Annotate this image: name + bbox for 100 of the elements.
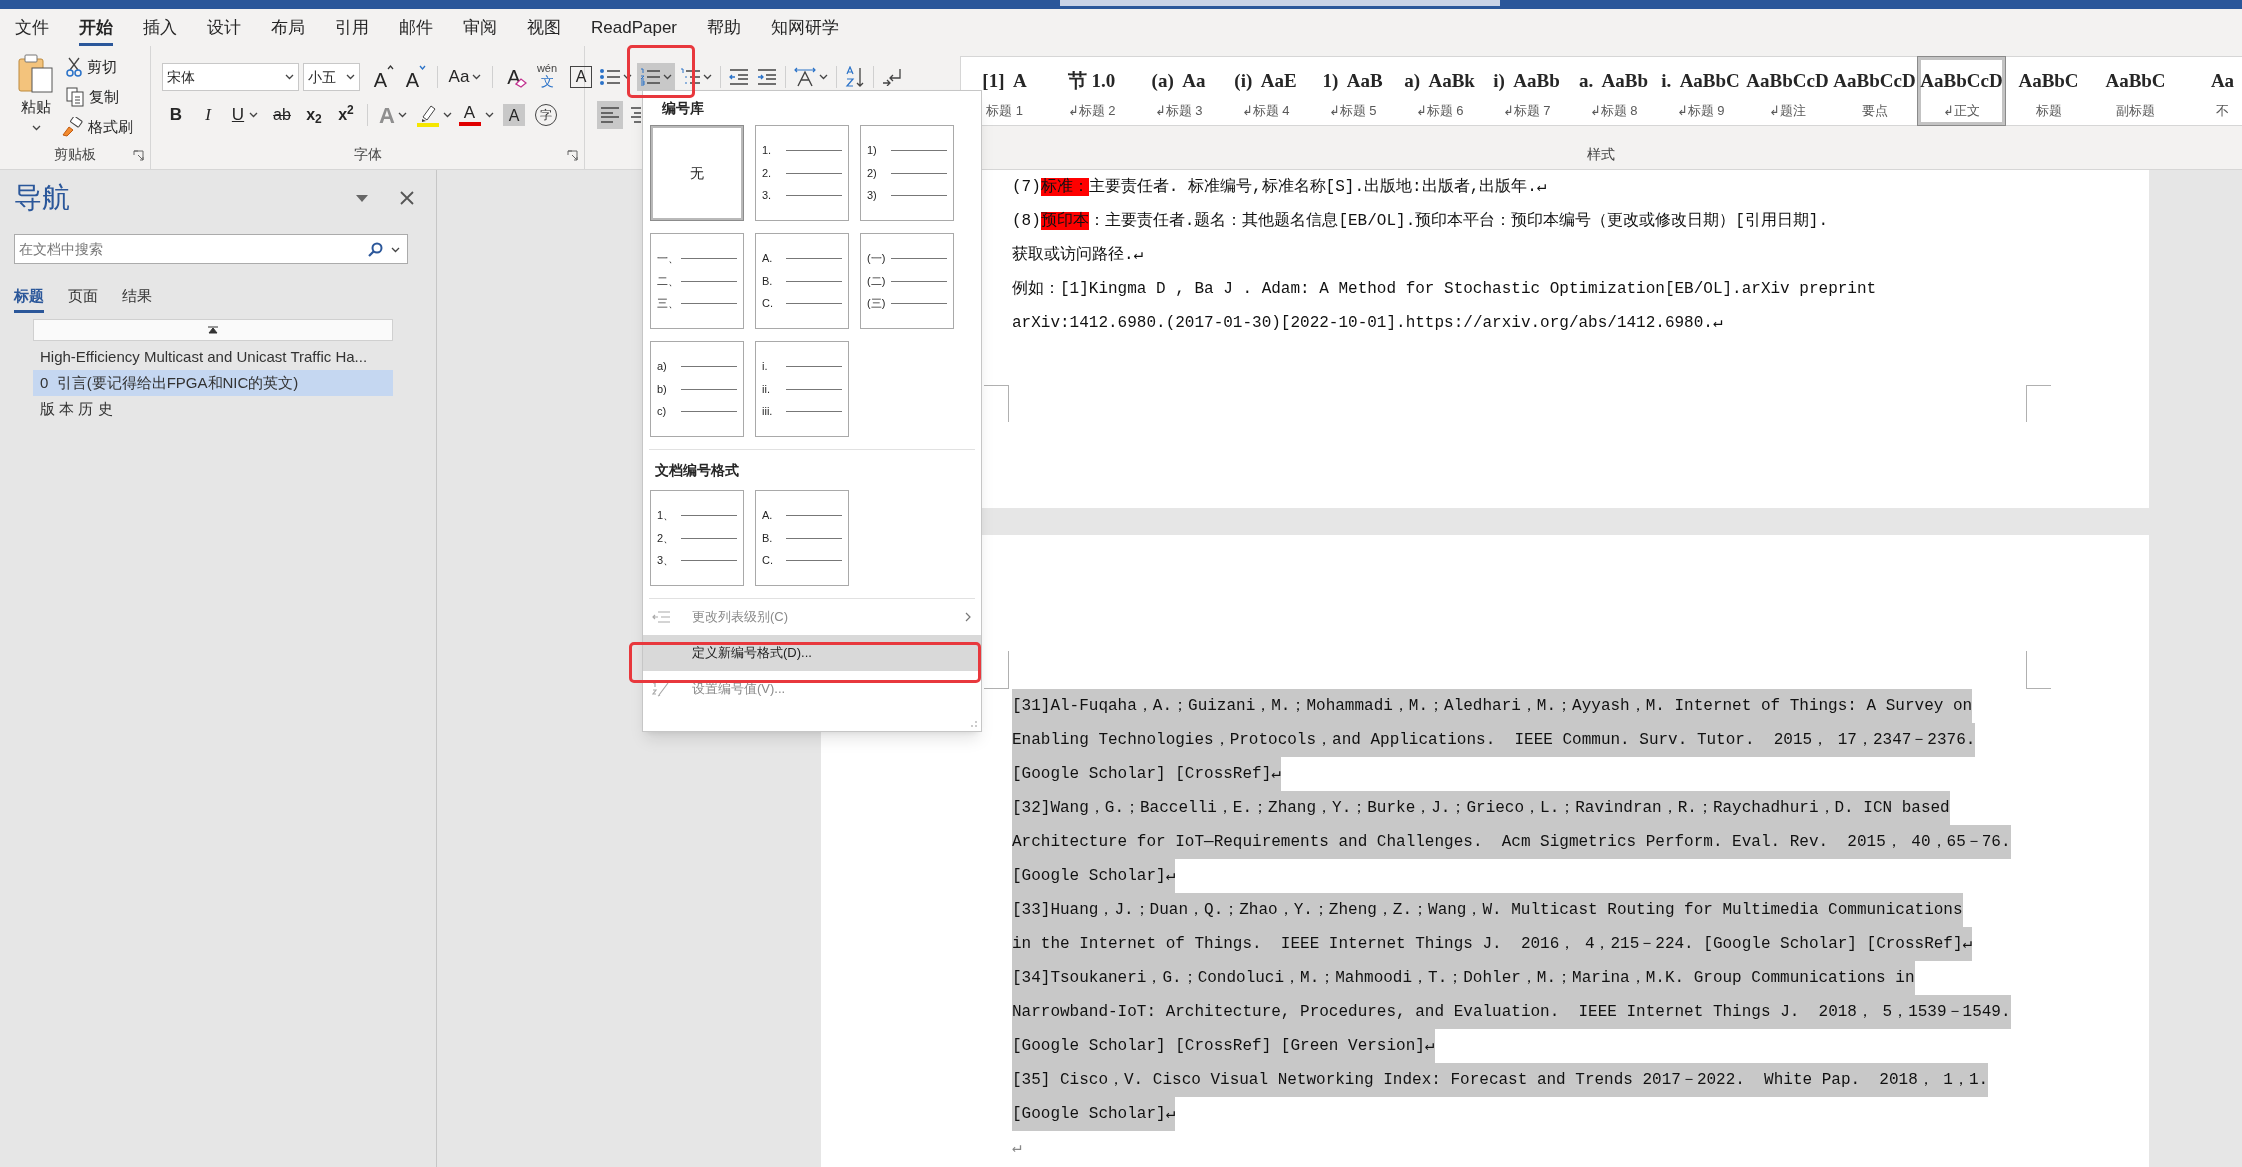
underline-button[interactable]: U: [226, 101, 264, 129]
shrink-font-button[interactable]: A: [402, 63, 430, 91]
ribbon-tab[interactable]: 开始: [79, 9, 113, 46]
style-item[interactable]: AaBbCcD ↲题注: [1744, 57, 1831, 125]
numbering-option[interactable]: 无: [650, 125, 744, 221]
ribbon-tab[interactable]: 视图: [527, 9, 561, 46]
list-number: (8): [1012, 212, 1041, 230]
resize-grip-icon[interactable]: [971, 721, 977, 727]
style-item[interactable]: Aa 不: [2179, 57, 2242, 125]
subscript-button[interactable]: x$_{2}$: [300, 101, 328, 129]
multilevel-list-icon: [680, 68, 700, 86]
style-item[interactable]: AaBbC 副标题: [2092, 57, 2179, 125]
pane-tab[interactable]: 标题: [14, 282, 44, 313]
ribbon-tab[interactable]: 知网研学: [771, 9, 839, 46]
close-icon[interactable]: [400, 191, 414, 205]
list-number: 一、: [657, 251, 679, 267]
strikethrough-button[interactable]: ab: [268, 101, 296, 129]
bullets-icon: [600, 68, 620, 86]
search-field[interactable]: 在文档中搜索: [14, 234, 408, 264]
section-heading: 编号库: [662, 98, 704, 118]
heading-item[interactable]: 版 本 历 史: [33, 396, 393, 422]
change-case-button[interactable]: Aa: [445, 63, 485, 91]
pane-tab[interactable]: 结果: [122, 282, 152, 313]
style-item[interactable]: 1) AaB ↲标题 5: [1309, 57, 1396, 125]
ribbon-tab[interactable]: ReadPaper: [591, 9, 677, 46]
numbering-option[interactable]: 一、 二、 三、: [650, 233, 744, 329]
style-item[interactable]: AaBbCcD 要点: [1831, 57, 1918, 125]
paste-button[interactable]: 粘贴: [12, 46, 60, 142]
style-item[interactable]: AaBbC 标题: [2005, 57, 2092, 125]
numbering-option[interactable]: 1. 2. 3.: [755, 125, 849, 221]
list-number: (三): [867, 296, 887, 312]
highlighted-label: 预印本: [1040, 212, 1089, 230]
numbering-option[interactable]: A. B. C.: [755, 233, 849, 329]
menu-item[interactable]: 定义新编号格式(D)...: [643, 635, 981, 671]
numbering-option[interactable]: A. B. C.: [755, 490, 849, 586]
ribbon-tab[interactable]: 引用: [335, 9, 369, 46]
numbering-option[interactable]: 1) 2) 3): [860, 125, 954, 221]
numbering-option[interactable]: (一) (二) (三): [860, 233, 954, 329]
caret-icon: [249, 112, 259, 118]
ribbon-tab[interactable]: 插入: [143, 9, 177, 46]
character-border-button[interactable]: A: [570, 66, 592, 88]
font-color-button[interactable]: A: [457, 101, 495, 129]
dialog-launcher-icon[interactable]: [567, 150, 578, 161]
style-item[interactable]: AaBbCcD ↲正文: [1918, 57, 2005, 125]
caret-icon: [285, 74, 294, 80]
document-text: 例如：[1]Kingma D , Ba J . Adam: A Method for Stochastic Optimization[EB/OL].arXiv preprint: [1012, 279, 1877, 300]
pane-tab[interactable]: 页面: [68, 282, 98, 313]
align-left-icon: [600, 107, 620, 123]
style-item[interactable]: a. AaBb ↲标题 8: [1570, 57, 1657, 125]
numbering-option[interactable]: i. ii. iii.: [755, 341, 849, 437]
ribbon-tab[interactable]: 布局: [271, 9, 305, 46]
numbered-list-button[interactable]: [637, 63, 675, 91]
heading-item[interactable]: 0 引言(要记得给出FPGA和NIC的英文): [33, 370, 393, 396]
ribbon-tab[interactable]: 设计: [207, 9, 241, 46]
document-text: 主要责任者. 标准编号,标准名称[S].出版地:出版者,出版年.↵: [1088, 178, 1547, 196]
font-name-field[interactable]: 宋体: [162, 63, 299, 91]
document-text: arXiv:1412.6980.(2017-01-30)[2022-10-01].https://arxiv.org/abs/1412.6980.↵: [1012, 313, 1723, 334]
copy-icon: [66, 87, 84, 107]
cut-button[interactable]: 剪切: [66, 52, 133, 82]
character-shading-button[interactable]: A: [503, 104, 525, 126]
numbering-option[interactable]: 1、 2、 3、: [650, 490, 744, 586]
phonetic-guide-button[interactable]: wén 文: [532, 62, 562, 92]
list-number: i.: [762, 359, 769, 375]
style-item[interactable]: a) AaBk ↲标题 6: [1396, 57, 1483, 125]
numbering-option[interactable]: a) b) c): [650, 341, 744, 437]
search-icon[interactable]: [368, 242, 383, 257]
style-item[interactable]: i. AaBbC ↲标题 9: [1657, 57, 1744, 125]
heading-item[interactable]: High-Efficiency Multicast and Unicast Traffic Ha...: [33, 344, 393, 370]
list-number: ii.: [762, 381, 771, 397]
style-item[interactable]: 节 1.0 ↲标题 2: [1048, 57, 1135, 125]
list-number: 2、: [657, 530, 676, 546]
list-number: 2): [867, 165, 878, 181]
align-left-button[interactable]: [597, 101, 623, 129]
caret-icon: [819, 74, 828, 80]
italic-button[interactable]: I: [194, 101, 222, 129]
list-number: C.: [762, 553, 774, 569]
paste-icon: [17, 54, 55, 94]
dialog-launcher-icon[interactable]: [133, 150, 144, 161]
ribbon-tab[interactable]: 邮件: [399, 9, 433, 46]
pane-options-icon[interactable]: [356, 194, 368, 202]
margin-corner-mark: [984, 385, 1009, 422]
style-item[interactable]: (a) Aa ↲标题 3: [1135, 57, 1222, 125]
bold-button[interactable]: B: [162, 101, 190, 129]
document-text-line: ↵: [1012, 1138, 1022, 1159]
font-size-field[interactable]: 小五: [303, 63, 360, 91]
format-painter-button[interactable]: 格式刷: [61, 112, 133, 142]
scissors-icon: [66, 57, 82, 77]
document-text: 获取或访问路径.↵: [1012, 244, 1144, 266]
list-number: A.: [762, 508, 774, 524]
grow-font-button[interactable]: A: [370, 63, 398, 91]
superscript-button[interactable]: x$^{2}$: [332, 101, 360, 129]
ribbon-tab[interactable]: 帮助: [707, 9, 741, 46]
brush-icon: [61, 117, 83, 137]
list-number: iii.: [762, 404, 774, 420]
style-item[interactable]: (i) AaE ↲标题 4: [1222, 57, 1309, 125]
list-number: 二、: [657, 273, 679, 289]
copy-button[interactable]: 复制: [66, 82, 133, 112]
style-item[interactable]: i) AaBb ↲标题 7: [1483, 57, 1570, 125]
ribbon-tab[interactable]: 审阅: [463, 9, 497, 46]
ribbon-tab[interactable]: 文件: [15, 9, 49, 46]
